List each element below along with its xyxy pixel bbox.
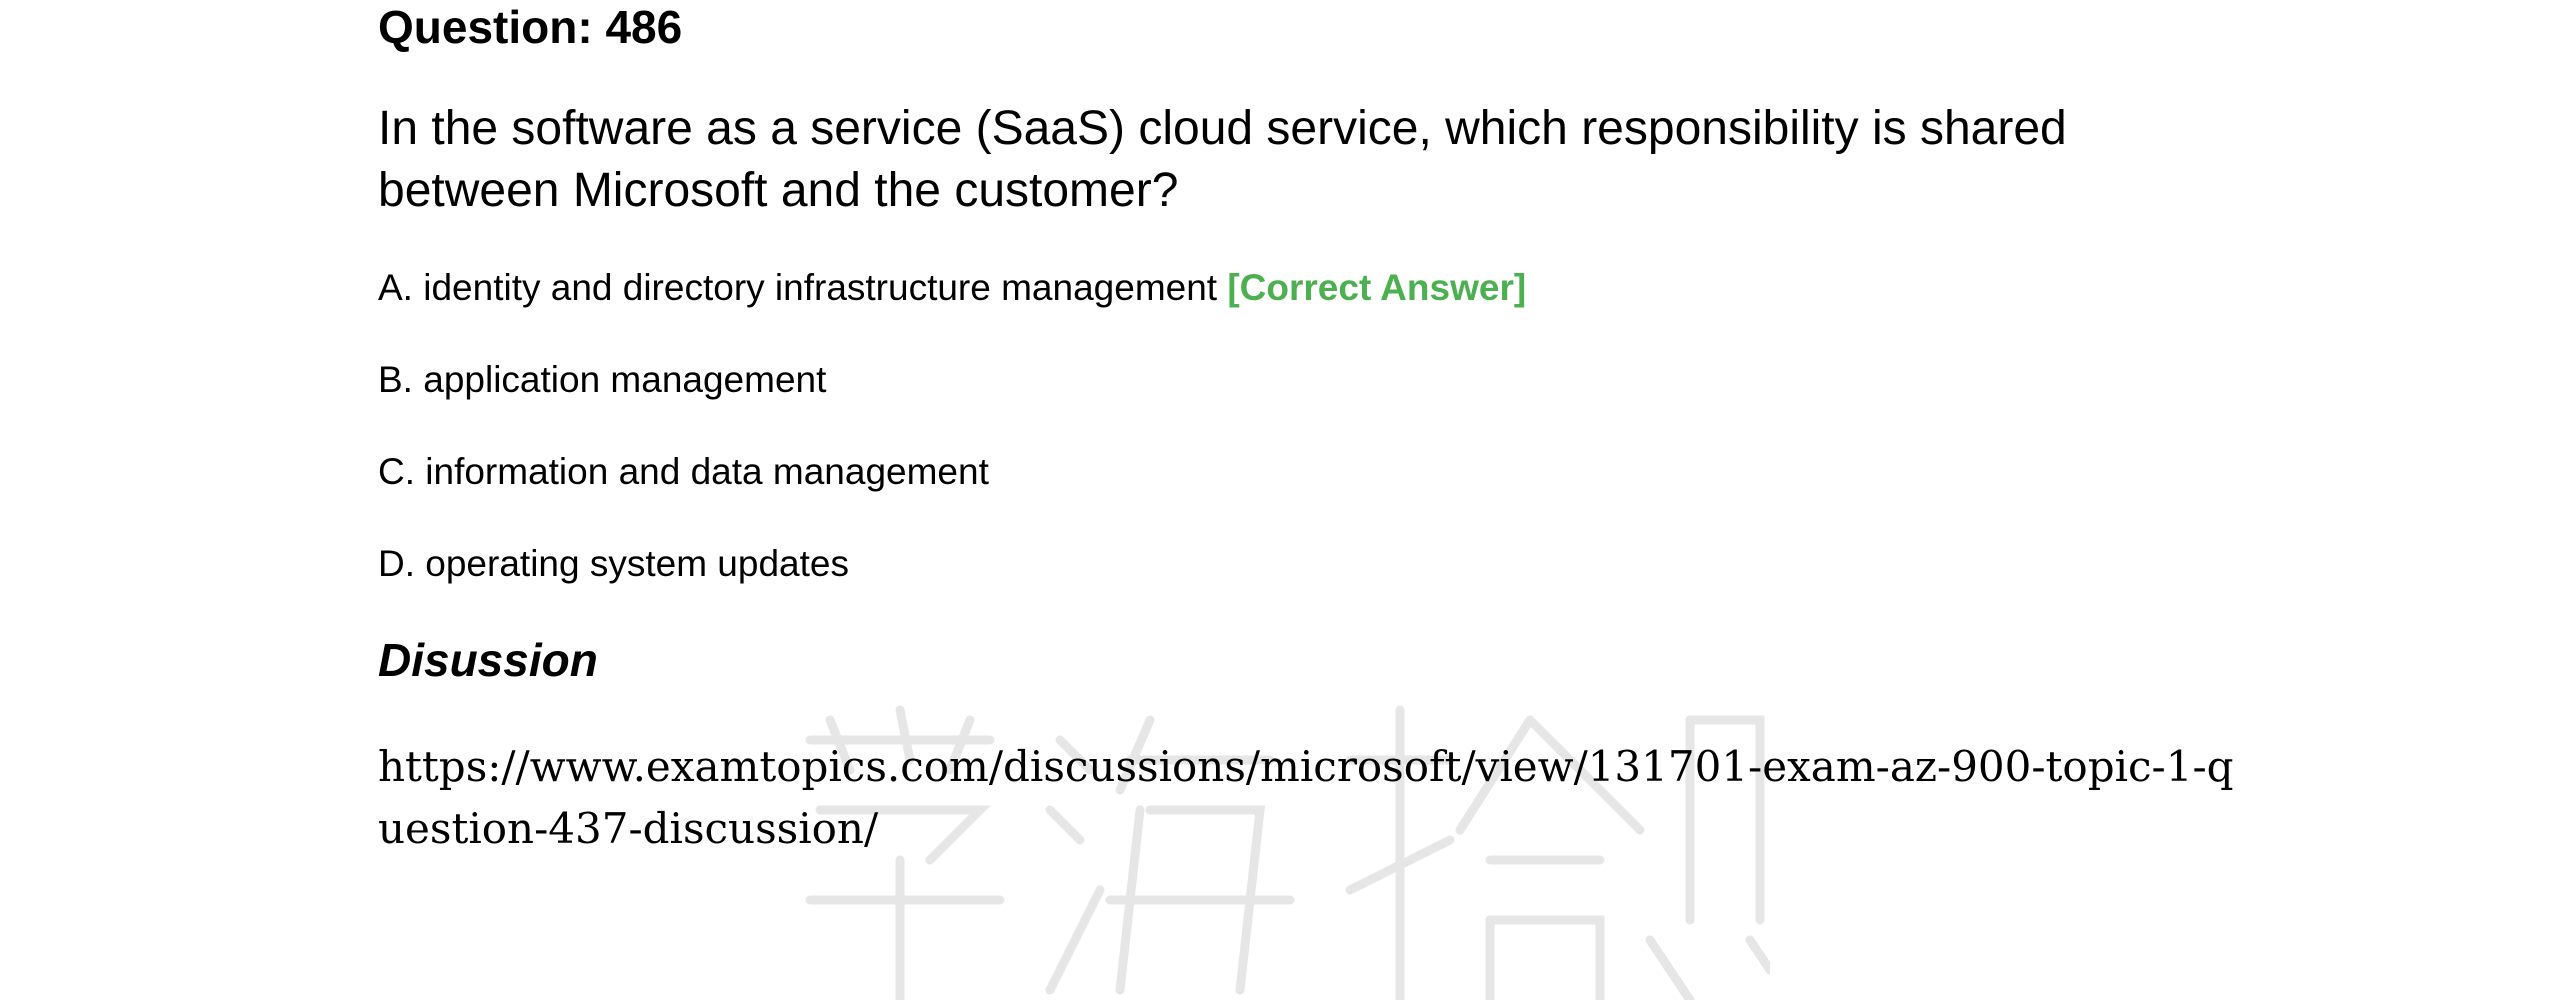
option-d: D. operating system updates: [378, 543, 849, 584]
discussion-link[interactable]: https://www.examtopics.com/discussions/m…: [378, 736, 2258, 860]
correct-answer-tag: [Correct Answer]: [1227, 267, 1527, 308]
option-b: B. application management: [378, 359, 827, 400]
option-a-text: A. identity and directory infrastructure…: [378, 267, 1218, 308]
document-page: Question: 486 In the software as a servi…: [0, 0, 2550, 1001]
discussion-heading: Disussion: [378, 634, 598, 686]
question-number: Question: 486: [378, 1, 683, 53]
option-a: A. identity and directory infrastructure…: [378, 266, 1526, 310]
option-c: C. information and data management: [378, 451, 989, 492]
question-text: In the software as a service (SaaS) clou…: [378, 102, 2067, 217]
